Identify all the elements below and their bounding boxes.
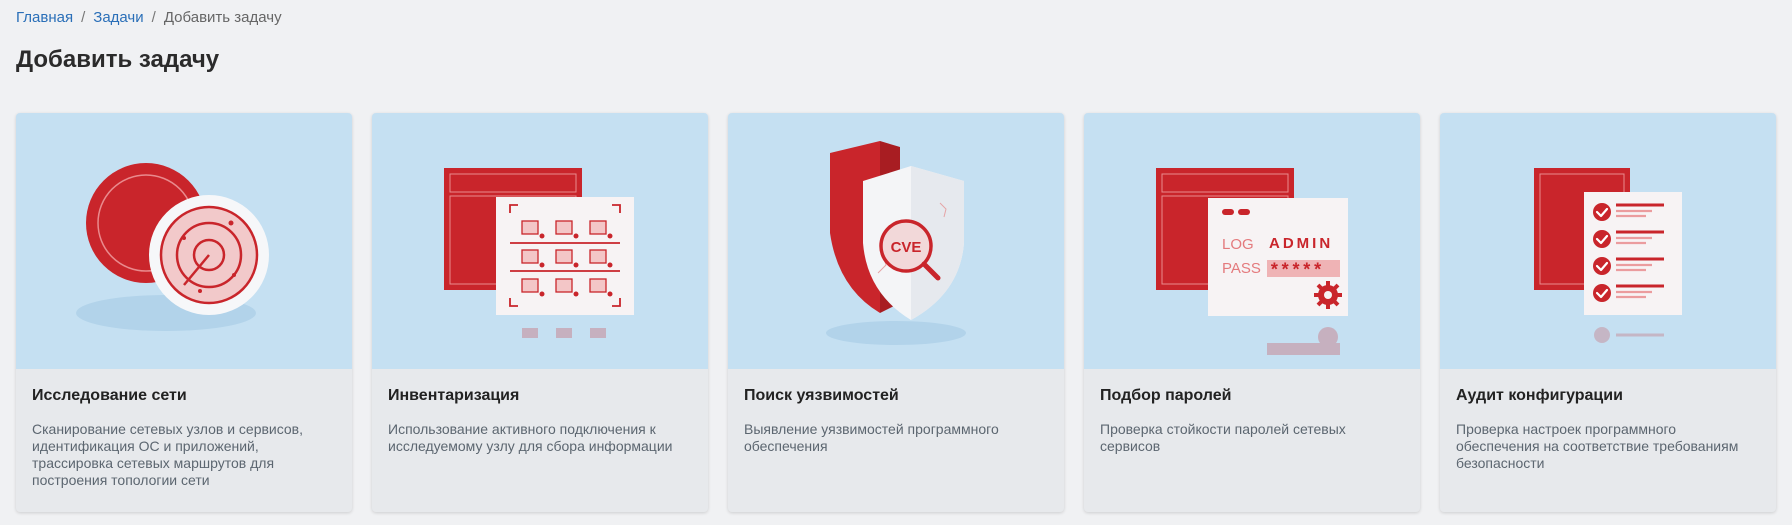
breadcrumb: Главная / Задачи / Добавить задачу [16,9,282,26]
card-network-discovery[interactable]: Исследование сети Сканирование сетевых у… [16,113,352,512]
card-description: Проверка стойкости паролей сетевых серви… [1100,421,1346,454]
cve-label: CVE [891,239,922,256]
inventory-grid-icon [444,168,634,338]
card-description: Сканирование сетевых узлов и сервисов, и… [32,421,304,488]
card-title: Поиск уязвимостей [744,387,899,404]
card-art: CVE [728,113,1064,369]
card-description: Выявление уязвимостей программного обесп… [744,421,999,454]
card-title: Инвентаризация [388,387,520,404]
password-label: PASS [1222,260,1261,277]
login-label: LOG [1222,236,1254,253]
card-art: LOG ADMIN PASS ***** [1084,113,1420,369]
breadcrumb-separator: / [81,9,86,26]
login-value: ADMIN [1269,235,1333,252]
breadcrumb-current: Добавить задачу [163,9,282,26]
breadcrumb-home-link[interactable]: Главная [16,9,73,26]
card-inventory[interactable]: Инвентаризация Использование активного п… [372,113,708,512]
gear-icon [1314,281,1342,309]
card-vulnerability-search[interactable]: CVE Поиск уязвимостей Выявление уязвимос… [728,113,1064,512]
breadcrumb-tasks-link[interactable]: Задачи [93,9,143,26]
radar-icon [76,163,269,331]
password-mask: ***** [1269,262,1323,282]
task-type-cards: Исследование сети Сканирование сетевых у… [16,113,1776,512]
card-description: Проверка настроек программного обеспечен… [1456,421,1739,471]
password-login-icon: LOG ADMIN PASS ***** [1156,168,1348,355]
card-art [1440,113,1776,369]
breadcrumb-separator: / [151,9,156,26]
card-title: Подбор паролей [1100,387,1232,404]
checklist-icon [1534,168,1682,343]
shield-cve-icon: CVE [826,141,966,345]
card-title: Исследование сети [32,387,187,404]
card-description: Использование активного подключения к ис… [388,421,673,454]
card-art [16,113,352,369]
page-title: Добавить задачу [16,46,220,73]
card-configuration-audit[interactable]: Аудит конфигурации Проверка настроек про… [1440,113,1776,512]
card-title: Аудит конфигурации [1456,387,1623,404]
card-art [372,113,708,369]
card-password-bruteforce[interactable]: LOG ADMIN PASS ***** Подбор паролей Пров… [1084,113,1420,512]
